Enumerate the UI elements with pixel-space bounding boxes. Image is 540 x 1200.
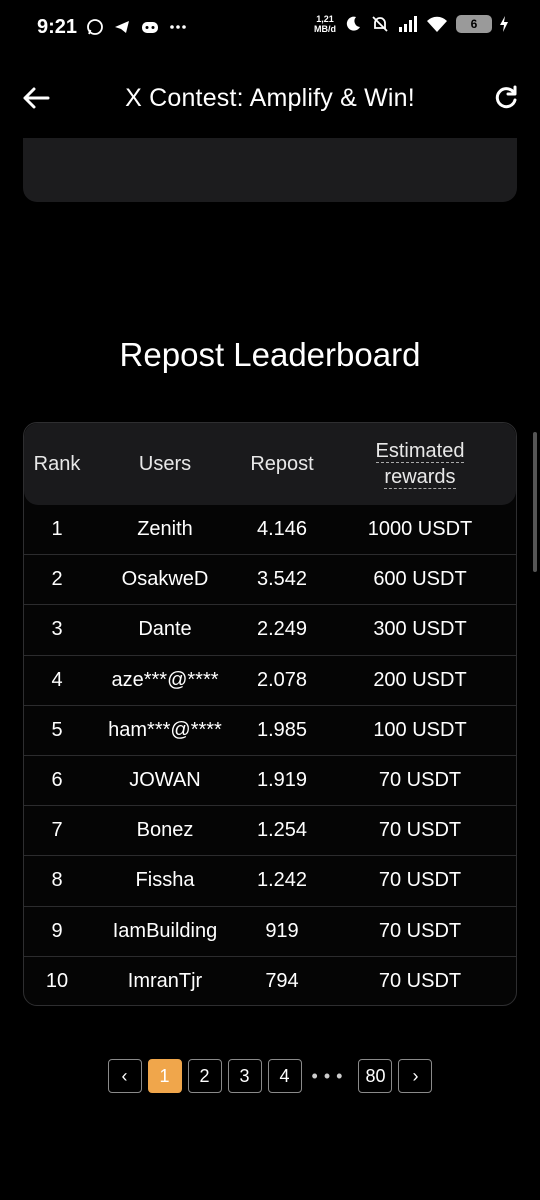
table-row: 7 Bonez 1.254 70 USDT: [24, 806, 516, 857]
rank-cell: 9: [51, 919, 63, 942]
leaderboard-table: Rank Users Repost Estimated rewards 1 Zen…: [23, 422, 517, 1006]
header-repost: Repost: [250, 452, 314, 475]
reward-cell: 600 USDT: [373, 568, 467, 591]
repost-cell: 1.254: [256, 819, 308, 842]
rank-cell: 4: [51, 668, 63, 691]
user-cell: aze***@****: [111, 668, 219, 691]
discord-icon: [142, 22, 158, 33]
whatsapp-icon: [87, 19, 103, 35]
page-button-2[interactable]: 2: [187, 1059, 222, 1093]
leaderboard-title: Repost Leaderboard: [119, 336, 421, 373]
refresh-button[interactable]: [490, 82, 522, 114]
rank-cell: 6: [51, 769, 63, 792]
scrollbar[interactable]: [533, 432, 537, 572]
table-row: 4 aze***@**** 2.078 200 USDT: [24, 656, 516, 706]
table-row: 6 JOWAN 1.919 70 USDT: [24, 756, 516, 807]
status-time: 9:21: [37, 16, 78, 38]
wifi-icon: [427, 16, 447, 32]
telegram-icon: [115, 21, 129, 33]
repost-cell: 1.919: [256, 769, 308, 792]
repost-cell: 2.078: [256, 668, 308, 691]
table-row: 8 Fissha 1.242 70 USDT: [24, 856, 516, 907]
reward-cell: 70 USDT: [378, 769, 462, 792]
next-page-button[interactable]: ›: [398, 1059, 433, 1093]
repost-cell: 3.542: [256, 568, 308, 591]
user-cell: IamBuilding: [112, 919, 218, 942]
header-rank: Rank: [33, 452, 81, 475]
silent-icon: [372, 16, 388, 32]
battery-indicator: 6: [456, 15, 492, 33]
table-row: 1 Zenith 4.146 1000 USDT: [24, 505, 516, 556]
app-header: X Contest: Amplify & Win!: [0, 70, 540, 128]
user-cell: OsakweD: [121, 568, 209, 591]
header-estimated-rewards[interactable]: Estimated rewards: [324, 438, 516, 490]
charging-icon: [500, 16, 508, 32]
table-row: 10 ImranTjr 794 70 USDT: [24, 957, 516, 1007]
net-speed: 1,21 MB/d: [314, 14, 336, 34]
rank-cell: 5: [51, 718, 63, 741]
table-rows: 1 Zenith 4.146 1000 USDT 2 OsakweD 3.542 600 U…: [24, 505, 516, 1007]
page-button-4[interactable]: 4: [267, 1059, 302, 1093]
header-users: Users: [138, 452, 192, 475]
reward-cell: 70 USDT: [378, 919, 462, 942]
repost-cell: 2.249: [256, 618, 308, 641]
more-dots-icon: [170, 25, 186, 29]
reward-cell: 100 USDT: [373, 718, 467, 741]
repost-cell: 794: [265, 970, 299, 993]
table-row: 3 Dante 2.249 300 USDT: [24, 605, 516, 656]
pagination: ‹ 1 2 3 4 ••• 80 ›: [0, 1059, 540, 1093]
rank-cell: 7: [51, 819, 63, 842]
rank-cell: 1: [51, 518, 63, 541]
reward-cell: 300 USDT: [373, 618, 467, 641]
user-cell: Zenith: [137, 518, 193, 541]
reward-cell: 70 USDT: [378, 869, 462, 892]
user-cell: Fissha: [135, 869, 195, 892]
signal-icon: [399, 16, 417, 32]
page-title: X Contest: Amplify & Win!: [125, 84, 415, 112]
table-row: 5 ham***@**** 1.985 100 USDT: [24, 706, 516, 756]
user-cell: Dante: [138, 618, 192, 641]
content-card: [23, 138, 517, 202]
refresh-icon: [495, 85, 517, 109]
status-bar: 9:21 1,21 MB/d 6: [0, 0, 540, 58]
moon-icon: [346, 16, 360, 31]
rank-cell: 10: [45, 970, 69, 993]
reward-cell: 70 USDT: [378, 970, 462, 993]
pagination-ellipsis[interactable]: •••: [308, 1066, 353, 1087]
page-button-last[interactable]: 80: [358, 1059, 393, 1093]
repost-cell: 4.146: [256, 518, 308, 541]
repost-cell: 919: [265, 919, 299, 942]
user-cell: ImranTjr: [127, 970, 203, 993]
rank-cell: 8: [51, 869, 63, 892]
table-row: 2 OsakweD 3.542 600 USDT: [24, 555, 516, 606]
user-cell: ham***@****: [108, 718, 222, 741]
repost-cell: 1.242: [256, 869, 308, 892]
page-button-1[interactable]: 1: [147, 1059, 182, 1093]
table-row: 9 IamBuilding 919 70 USDT: [24, 907, 516, 957]
user-cell: JOWAN: [129, 769, 201, 792]
table-header: Rank Users Repost Estimated rewards: [24, 423, 516, 505]
reward-cell: 1000 USDT: [367, 518, 473, 541]
repost-cell: 1.985: [256, 718, 308, 741]
reward-cell: 70 USDT: [378, 819, 462, 842]
prev-page-button[interactable]: ‹: [107, 1059, 142, 1093]
user-cell: Bonez: [136, 819, 194, 842]
page-button-3[interactable]: 3: [227, 1059, 262, 1093]
reward-cell: 200 USDT: [373, 668, 467, 691]
rank-cell: 2: [51, 568, 63, 591]
rank-cell: 3: [51, 618, 63, 641]
